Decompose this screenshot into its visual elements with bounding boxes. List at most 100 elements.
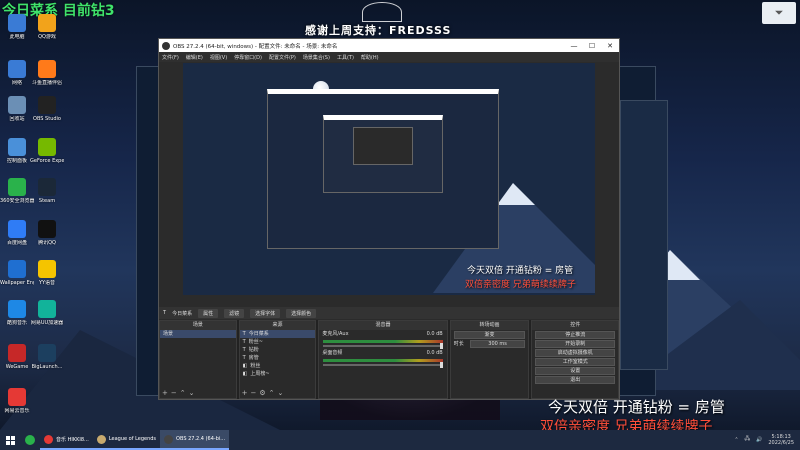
network-icon[interactable]: 🖧 xyxy=(745,436,751,444)
desktop-icon[interactable]: Steam xyxy=(30,178,64,204)
desktop-icon-label: OBS Studio xyxy=(33,116,61,122)
desktop-icon-label: 此电脑 xyxy=(9,34,25,40)
desktop-icon[interactable]: Wallpaper Engine: ... xyxy=(0,260,34,286)
context-source-name: 今日菜系 xyxy=(172,310,193,317)
desktop-icon[interactable]: QQ游戏 xyxy=(30,14,64,40)
obs-titlebar[interactable]: OBS 27.2.4 (64-bit, windows) - 配置文件: 未命名… xyxy=(159,39,619,52)
music-app-icon xyxy=(44,434,53,444)
league-icon xyxy=(96,434,106,444)
desktop-icon-label: 网络 xyxy=(11,80,22,86)
scene-item[interactable]: 场景 xyxy=(160,330,236,338)
desktop-icon[interactable]: 此电脑 xyxy=(0,14,34,40)
desktop-icon-label: Steam xyxy=(38,198,56,204)
scenes-dock: 场景 场景 +−⌃⌄ xyxy=(159,320,237,399)
scene-controls[interactable]: +−⌃⌄ xyxy=(162,389,197,397)
desktop-icon[interactable]: BigLaunch... xyxy=(30,344,64,370)
wegame-icon xyxy=(8,344,26,362)
desktop-icon[interactable]: 网易UU加速器 xyxy=(30,300,64,326)
desktop-icon[interactable]: GeForce Experience xyxy=(30,138,64,164)
desktop-icon-label: BigLaunch... xyxy=(31,364,63,370)
source-item[interactable]: T 房管 xyxy=(240,354,316,362)
desktop-icon-label: 360安全浏览器 xyxy=(0,198,34,204)
desktop-icon-label: 百度网盘 xyxy=(6,240,27,246)
menu-file[interactable]: 文件(F) xyxy=(162,54,179,61)
taskbar-item-league[interactable]: League of Legends xyxy=(92,430,161,450)
obs-icon xyxy=(38,96,56,114)
obs-preview[interactable]: 今天双倍 开通钻粉 = 房管 双倍亲密度 兄弟萌续续牌子 xyxy=(183,63,595,295)
settings-button[interactable]: 设置 xyxy=(535,367,615,375)
taskbar-browser-icon[interactable] xyxy=(20,430,40,450)
volume-slider[interactable] xyxy=(323,362,443,368)
obs-icon xyxy=(164,434,174,444)
desktop-icon[interactable]: 360安全浏览器 xyxy=(0,178,34,204)
taskbar-clock[interactable]: 5:18:13 2022/6/25 xyxy=(768,434,794,446)
desktop-icon[interactable]: 酷狗音乐 xyxy=(0,300,34,326)
menu-help[interactable]: 帮助(H) xyxy=(361,54,379,61)
volume-icon[interactable]: 🔊 xyxy=(756,437,762,443)
source-controls[interactable]: +−⚙⌃⌄ xyxy=(242,389,287,397)
menu-profile[interactable]: 配置文件(P) xyxy=(269,54,296,61)
desktop-icon[interactable]: 腾讯QQ xyxy=(30,220,64,246)
select-color-button[interactable]: 选择颜色 xyxy=(286,308,317,318)
studio-mode-button[interactable]: 工作室模式 xyxy=(535,358,615,366)
menu-edit[interactable]: 编辑(E) xyxy=(186,54,203,61)
text-icon: T xyxy=(242,339,246,345)
taskbar: 音乐 HIKKI8... League of Legends OBS 27.2.… xyxy=(0,430,800,450)
desktop-icon[interactable]: 回收站 xyxy=(0,96,34,122)
start-button[interactable] xyxy=(0,430,20,450)
minimize-icon[interactable]: — xyxy=(565,42,583,50)
source-item[interactable]: ◧ 上周榜~ xyxy=(240,370,316,378)
image-icon: ◧ xyxy=(242,363,248,369)
channel-name: 桌面音频 xyxy=(322,350,343,356)
desktop-icon[interactable]: 控制面板 xyxy=(0,138,34,164)
start-recording-button[interactable]: 开始录制 xyxy=(535,340,615,348)
properties-button[interactable]: 属性 xyxy=(198,308,219,318)
desktop-icon[interactable]: 斗鱼直播伴侣 xyxy=(30,60,64,86)
netease-music-icon xyxy=(8,388,26,406)
transitions-header: 转场动画 xyxy=(450,321,529,330)
transition-select[interactable]: 渐变 xyxy=(453,331,526,339)
desktop-icon[interactable]: 百度网盘 xyxy=(0,220,34,246)
menu-view[interactable]: 视图(V) xyxy=(210,54,227,61)
obs-icon xyxy=(162,41,170,50)
mixer-channel: 桌面音频 0.0 dB xyxy=(319,349,446,357)
windows-icon xyxy=(5,435,15,445)
source-item[interactable]: ◧ 粉丝 xyxy=(240,362,316,370)
system-tray: ⌃ 🖧 🔊 5:18:13 2022/6/25 xyxy=(734,434,800,446)
source-item[interactable]: T 今日菜系 xyxy=(239,330,316,338)
text-icon: T xyxy=(242,347,246,353)
obs-window[interactable]: OBS 27.2.4 (64-bit, windows) - 配置文件: 未命名… xyxy=(158,38,620,400)
desktop-icon[interactable]: 网络 xyxy=(0,60,34,86)
taskbar-item-music[interactable]: 音乐 HIKKI8... xyxy=(40,430,93,450)
volume-slider[interactable] xyxy=(323,343,443,349)
volume-meter xyxy=(323,359,443,362)
source-item[interactable]: T 钻粉 xyxy=(240,346,316,354)
duration-input[interactable]: 300 ms xyxy=(469,340,526,348)
maximize-icon[interactable]: ☐ xyxy=(583,42,601,50)
desktop-icon[interactable]: OBS Studio xyxy=(30,96,64,122)
close-icon[interactable]: ✕ xyxy=(601,42,619,50)
select-font-button[interactable]: 选择字体 xyxy=(250,308,281,318)
desktop-icon-label: 腾讯QQ xyxy=(38,240,56,246)
stop-streaming-button[interactable]: 停止推流 xyxy=(535,331,615,339)
menu-scene-collection[interactable]: 场景集合(S) xyxy=(303,54,330,61)
taskbar-item-label: 音乐 HIKKI8... xyxy=(56,436,89,443)
stream-text-line1: 今天双倍 开通钻粉 = 房管 xyxy=(548,398,725,416)
filters-button[interactable]: 滤镜 xyxy=(224,308,245,318)
menu-tools[interactable]: 工具(T) xyxy=(337,54,354,61)
desktop-icon[interactable]: WeGame xyxy=(0,344,34,370)
desktop-icon[interactable]: YY语音 xyxy=(30,260,64,286)
menu-docks[interactable]: 停靠窗口(D) xyxy=(234,54,262,61)
taskbar-item-obs[interactable]: OBS 27.2.4 (64-bi... xyxy=(160,430,230,450)
tray-expand-icon[interactable]: ⌃ xyxy=(734,437,738,443)
mixer-channel: 麦克风/Aux 0.0 dB xyxy=(319,330,446,338)
nested-obs-preview-core xyxy=(353,127,413,165)
background-window[interactable] xyxy=(620,100,668,370)
source-item[interactable]: T 粉丝~ xyxy=(240,338,316,346)
yy-icon xyxy=(38,260,56,278)
desktop-icon[interactable]: 网易云音乐 xyxy=(0,388,34,414)
virtual-camera-button[interactable]: 启动虚拟摄像机 xyxy=(535,349,615,357)
scenes-header: 场景 xyxy=(160,321,236,330)
exit-button[interactable]: 退出 xyxy=(535,376,615,384)
desktop-icon-label: 网易UU加速器 xyxy=(30,320,64,326)
